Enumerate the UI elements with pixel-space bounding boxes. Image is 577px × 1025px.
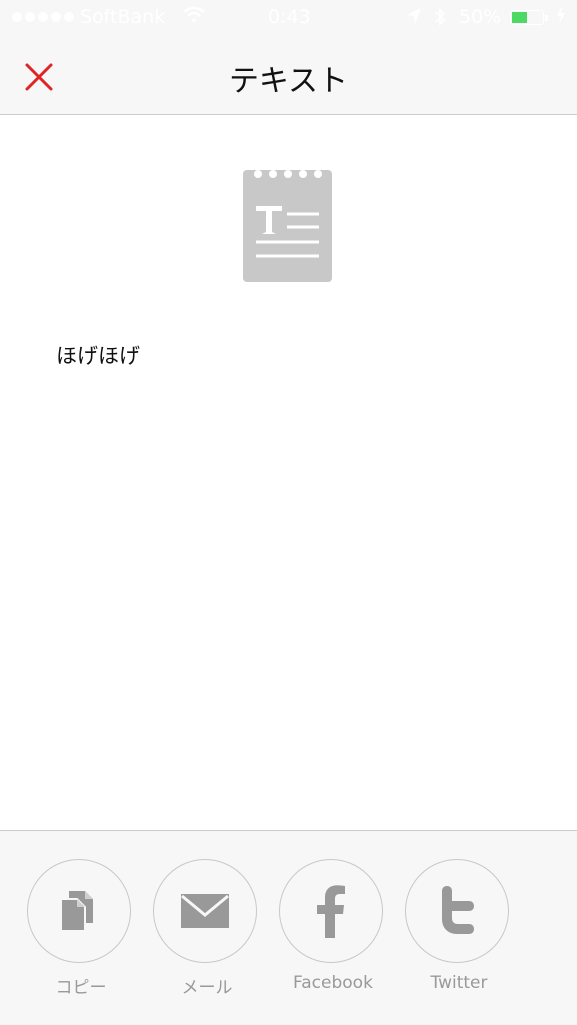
share-copy-circle[interactable] [27, 859, 131, 963]
battery-icon [510, 10, 544, 25]
status-bar: SoftBank 0:43 50% [0, 0, 577, 38]
wifi-icon [182, 5, 206, 30]
share-mail-button[interactable]: メール [144, 859, 270, 1009]
share-twitter-button[interactable]: Twitter [396, 859, 522, 1009]
bluetooth-icon [434, 6, 446, 33]
nav-bar: テキスト [0, 38, 577, 115]
twitter-icon [442, 886, 474, 934]
status-time: 0:43 [268, 6, 311, 28]
share-copy-label: コピー [55, 978, 107, 998]
share-mail-label: メール [181, 978, 233, 998]
battery-tip [545, 15, 548, 21]
facebook-icon [317, 885, 345, 938]
text-note-icon [243, 166, 333, 284]
copy-icon [60, 891, 93, 932]
share-bar: コピー メール Facebook Twitter [0, 830, 577, 1025]
share-twitter-label: Twitter [430, 973, 488, 993]
share-facebook-label: Facebook [293, 973, 373, 993]
mail-icon [181, 894, 229, 928]
share-facebook-button[interactable]: Facebook [270, 859, 396, 1009]
charging-bolt-icon [556, 6, 566, 28]
note-text: ほげほげ [56, 344, 140, 368]
share-facebook-circle[interactable] [279, 859, 383, 963]
share-mail-circle[interactable] [153, 859, 257, 963]
location-arrow-icon [406, 7, 422, 30]
page-title: テキスト [228, 64, 349, 99]
battery-percentage: 50% [459, 6, 502, 28]
signal-strength-icon [12, 12, 74, 22]
share-twitter-circle[interactable] [405, 859, 509, 963]
carrier-name: SoftBank [80, 6, 166, 28]
share-copy-button[interactable]: コピー [18, 859, 144, 1009]
